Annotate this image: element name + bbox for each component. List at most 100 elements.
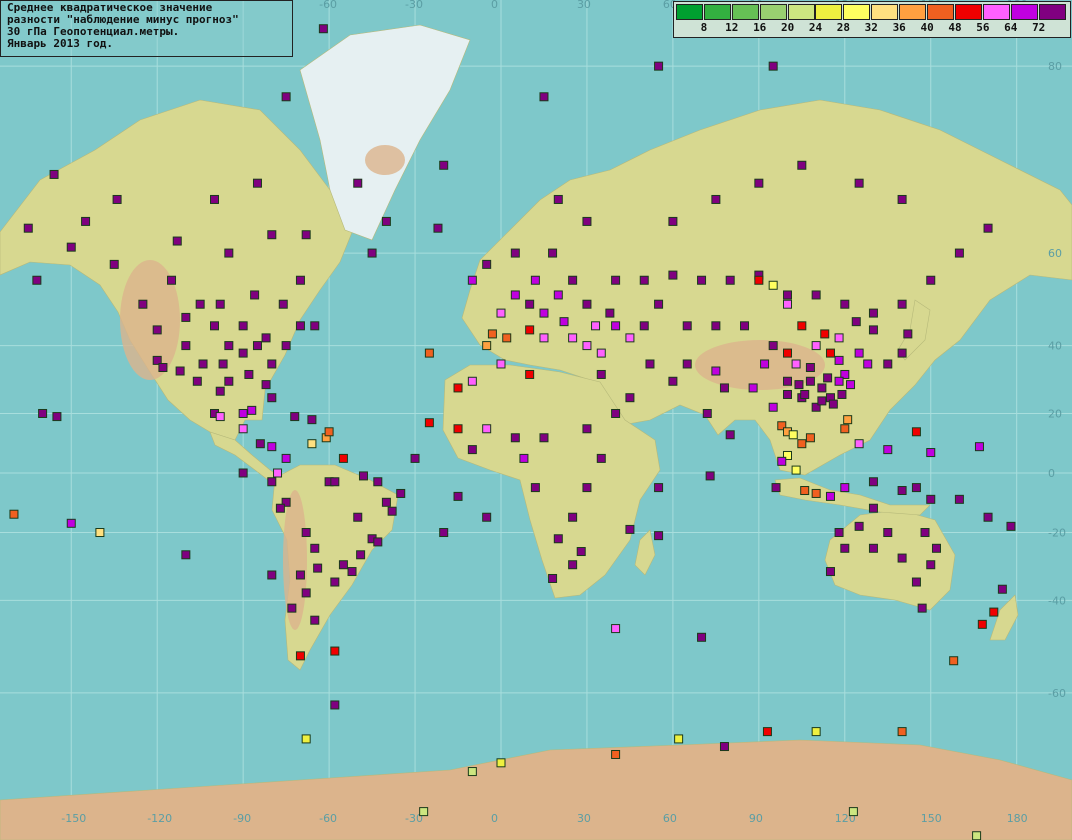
station-marker[interactable] [954,494,964,504]
station-marker[interactable] [238,424,248,434]
station-marker[interactable] [467,767,477,777]
station-marker[interactable] [267,393,277,403]
station-marker[interactable] [267,230,277,240]
station-marker[interactable] [307,439,317,449]
station-marker[interactable] [800,486,810,496]
station-marker[interactable] [1006,521,1016,531]
station-marker[interactable] [467,445,477,455]
station-marker[interactable] [295,570,305,580]
station-marker[interactable] [568,560,578,570]
station-marker[interactable] [897,348,907,358]
station-marker[interactable] [711,366,721,376]
station-marker[interactable] [811,341,821,351]
station-marker[interactable] [218,359,228,369]
station-marker[interactable] [868,543,878,553]
station-marker[interactable] [338,560,348,570]
station-marker[interactable] [281,92,291,102]
station-marker[interactable] [834,355,844,365]
station-marker[interactable] [834,528,844,538]
station-marker[interactable] [224,248,234,258]
station-marker[interactable] [748,383,758,393]
station-marker[interactable] [152,325,162,335]
station-marker[interactable] [519,453,529,463]
station-marker[interactable] [467,376,477,386]
station-marker[interactable] [568,512,578,522]
station-marker[interactable] [997,584,1007,594]
station-marker[interactable] [711,321,721,331]
station-marker[interactable] [482,424,492,434]
station-marker[interactable] [373,537,383,547]
station-marker[interactable] [794,380,804,390]
station-marker[interactable] [754,178,764,188]
station-marker[interactable] [846,380,856,390]
station-marker[interactable] [897,553,907,563]
station-marker[interactable] [396,488,406,498]
station-marker[interactable] [911,577,921,587]
station-marker[interactable] [582,216,592,226]
station-marker[interactable] [783,348,792,358]
station-marker[interactable] [301,528,311,538]
station-marker[interactable] [267,359,277,369]
station-marker[interactable] [868,325,878,335]
station-marker[interactable] [848,807,858,817]
station-marker[interactable] [530,483,540,493]
station-marker[interactable] [301,588,311,598]
station-marker[interactable] [424,348,434,358]
station-marker[interactable] [210,321,219,331]
station-marker[interactable] [931,543,941,553]
station-marker[interactable] [525,325,535,335]
station-marker[interactable] [791,359,801,369]
station-marker[interactable] [568,333,578,343]
station-marker[interactable] [805,433,815,443]
station-marker[interactable] [754,275,764,285]
station-marker[interactable] [356,550,366,560]
station-marker[interactable] [250,290,260,300]
station-marker[interactable] [974,442,984,452]
station-marker[interactable] [654,61,664,71]
station-marker[interactable] [868,477,878,487]
station-marker[interactable] [66,518,76,528]
station-marker[interactable] [381,497,391,507]
station-marker[interactable] [453,491,463,501]
station-marker[interactable] [338,453,348,463]
station-marker[interactable] [911,427,921,437]
station-marker[interactable] [674,734,684,744]
station-marker[interactable] [783,376,792,386]
station-marker[interactable] [777,456,787,466]
station-marker[interactable] [112,194,122,204]
station-marker[interactable] [313,563,323,573]
station-marker[interactable] [805,376,815,386]
station-marker[interactable] [215,412,225,422]
station-marker[interactable] [972,831,982,840]
station-marker[interactable] [244,369,254,379]
station-marker[interactable] [278,299,288,309]
station-marker[interactable] [419,807,429,817]
station-marker[interactable] [439,528,449,538]
station-marker[interactable] [977,619,987,629]
station-marker[interactable] [238,408,248,418]
station-marker[interactable] [318,24,328,34]
station-marker[interactable] [109,259,119,269]
station-marker[interactable] [911,483,921,493]
station-marker[interactable] [482,259,492,269]
station-marker[interactable] [768,341,778,351]
station-marker[interactable] [295,651,305,661]
station-marker[interactable] [224,376,234,386]
station-marker[interactable] [639,321,649,331]
station-marker[interactable] [639,275,649,285]
station-marker[interactable] [811,290,821,300]
station-marker[interactable] [954,248,964,258]
station-marker[interactable] [181,312,191,322]
station-marker[interactable] [854,439,864,449]
station-marker[interactable] [301,734,311,744]
station-marker[interactable] [281,453,291,463]
station-marker[interactable] [553,290,563,300]
station-marker[interactable] [66,242,76,252]
station-marker[interactable] [181,550,191,560]
station-marker[interactable] [553,534,563,544]
station-marker[interactable] [582,424,592,434]
station-marker[interactable] [433,223,443,233]
station-marker[interactable] [367,248,377,258]
station-marker[interactable] [926,275,936,285]
station-marker[interactable] [611,408,621,418]
